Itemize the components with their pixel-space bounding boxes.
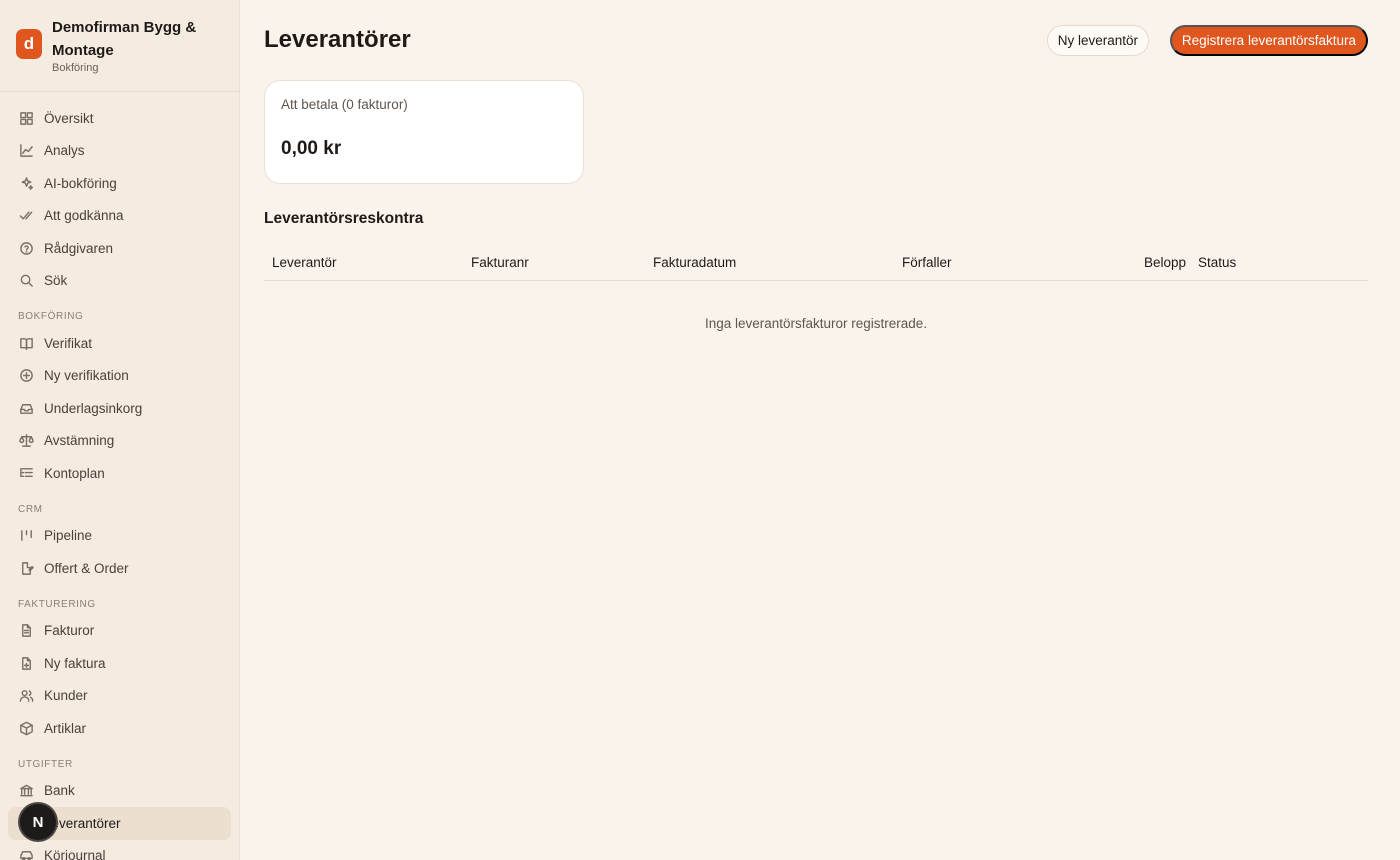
sidebar-item-fakturor[interactable]: Fakturor: [0, 615, 231, 648]
dev-overlay-badge[interactable]: N: [20, 804, 56, 840]
column-header-status[interactable]: Status: [1190, 255, 1290, 270]
scale-icon: [18, 433, 34, 449]
amount-due-card: Att betala (0 fakturor) 0,00 kr: [264, 80, 584, 184]
sidebar-item-label: Underlagsinkorg: [44, 400, 143, 416]
section-label-utgifter: UTGIFTER: [18, 758, 73, 770]
column-header-amount[interactable]: Belopp: [1136, 255, 1190, 270]
sidebar-item-label: Artiklar: [44, 720, 87, 736]
sidebar-item-label: Översikt: [44, 110, 94, 126]
sidebar-item-radgivaren[interactable]: Rådgivaren: [0, 232, 231, 265]
amount-due-label: Att betala (0 fakturor): [281, 97, 408, 112]
sidebar-item-bank[interactable]: Bank: [0, 775, 231, 808]
sidebar-item-label: Avstämning: [44, 433, 115, 449]
sidebar-item-label: AI-bokföring: [44, 175, 117, 191]
inbox-icon: [18, 400, 34, 416]
sidebar-item-oversikt[interactable]: Översikt: [0, 102, 231, 135]
file-text-icon: [18, 623, 34, 639]
sidebar-item-label: Sök: [44, 273, 68, 289]
sidebar-item-label: Pipeline: [44, 528, 93, 544]
sidebar-item-korjournal[interactable]: Körjournal: [0, 840, 231, 860]
sidebar-item-underlagsinkorg[interactable]: Underlagsinkorg: [0, 392, 231, 425]
sidebar-item-artiklar[interactable]: Artiklar: [0, 712, 231, 745]
book-icon: [18, 335, 34, 351]
section-label-bokforing: BOKFÖRING: [18, 311, 84, 322]
file-plus-icon: [18, 655, 34, 671]
section-label-fakturering: FAKTURERING: [18, 598, 96, 610]
table-header: Leverantör Fakturanr Fakturadatum Förfal…: [264, 244, 1368, 281]
sidebar-item-kunder[interactable]: Kunder: [0, 680, 231, 713]
sidebar-item-label: Kontoplan: [44, 465, 105, 481]
sidebar-item-label: Körjournal: [44, 848, 106, 860]
column-header-invoice-number[interactable]: Fakturanr: [463, 255, 645, 270]
sidebar-item-ny-faktura[interactable]: Ny faktura: [0, 647, 231, 680]
brand-logo: d: [16, 29, 42, 59]
sidebar-item-label: Ny faktura: [44, 655, 106, 671]
register-supplier-invoice-button[interactable]: Registrera leverantörsfaktura: [1169, 25, 1368, 56]
sidebar-item-label: Att godkänna: [44, 208, 124, 224]
amount-due-value: 0,00 kr: [281, 138, 342, 159]
sidebar-item-verifikat[interactable]: Verifikat: [0, 327, 231, 360]
column-header-invoice-date[interactable]: Fakturadatum: [645, 255, 894, 270]
sidebar-item-label: Rådgivaren: [44, 240, 114, 256]
empty-state-message: Inga leverantörsfakturor registrerade.: [704, 316, 928, 331]
column-header-supplier[interactable]: Leverantör: [264, 255, 463, 270]
company-name: Demofirman Bygg & Montage: [52, 19, 197, 59]
bank-icon: [18, 783, 34, 799]
help-circle-icon: [18, 240, 34, 256]
sidebar-item-label: Kunder: [44, 688, 88, 704]
chart-line-icon: [18, 143, 34, 159]
double-check-icon: [18, 208, 34, 224]
column-header-due-date[interactable]: Förfaller: [894, 255, 1136, 270]
sidebar-item-label: Ny verifikation: [44, 368, 129, 384]
sidebar-item-ny-verifikation[interactable]: Ny verifikation: [0, 360, 231, 393]
list-tree-icon: [18, 465, 34, 481]
pipeline-icon: [18, 528, 34, 544]
sidebar-item-label: Fakturor: [44, 623, 95, 639]
sidebar-item-offert-and-order[interactable]: Offert & Order: [0, 552, 231, 585]
sidebar-nav: Översikt Analys AI-bokföring Att godkänna Rå…: [0, 92, 239, 860]
plus-circle-icon: [18, 368, 34, 384]
sidebar-item-label: Bank: [44, 783, 75, 799]
package-icon: [18, 720, 34, 736]
sidebar-item-analys[interactable]: Analys: [0, 135, 231, 168]
file-edit-icon: [18, 560, 34, 576]
company-subtitle: Bokföring: [52, 62, 99, 74]
sidebar-item-ai-bokforing[interactable]: AI-bokföring: [0, 167, 231, 200]
sidebar-item-label: Analys: [44, 143, 85, 159]
search-icon: [18, 273, 34, 289]
sidebar-item-pipeline[interactable]: Pipeline: [0, 520, 231, 553]
sidebar-item-label: Verifikat: [44, 335, 93, 351]
users-icon: [18, 688, 34, 704]
page-title: Leverantörer: [264, 26, 411, 53]
brand-header[interactable]: d Demofirman Bygg & Montage Bokföring: [0, 0, 239, 92]
car-icon: [18, 848, 34, 860]
sidebar-item-avstamning[interactable]: Avstämning: [0, 425, 231, 458]
sidebar-item-sok[interactable]: Sök: [0, 265, 231, 298]
main-content: Leverantörer Ny leverantör Registrera le…: [264, 0, 1368, 860]
ledger-title: Leverantörsreskontra: [264, 210, 424, 227]
sparkles-icon: [18, 175, 34, 191]
brand-text: Demofirman Bygg & Montage Bokföring: [52, 16, 223, 74]
section-label-crm: CRM: [18, 503, 43, 515]
sidebar: d Demofirman Bygg & Montage Bokföring Öv…: [0, 0, 240, 860]
sidebar-item-att-godkanna[interactable]: Att godkänna: [0, 200, 231, 233]
grid-icon: [18, 110, 34, 126]
sidebar-item-kontoplan[interactable]: Kontoplan: [0, 457, 231, 490]
sidebar-item-label: Offert & Order: [44, 560, 129, 576]
new-supplier-button[interactable]: Ny leverantör: [1046, 25, 1149, 56]
supplier-ledger-table: Leverantör Fakturanr Fakturadatum Förfal…: [264, 244, 1368, 331]
